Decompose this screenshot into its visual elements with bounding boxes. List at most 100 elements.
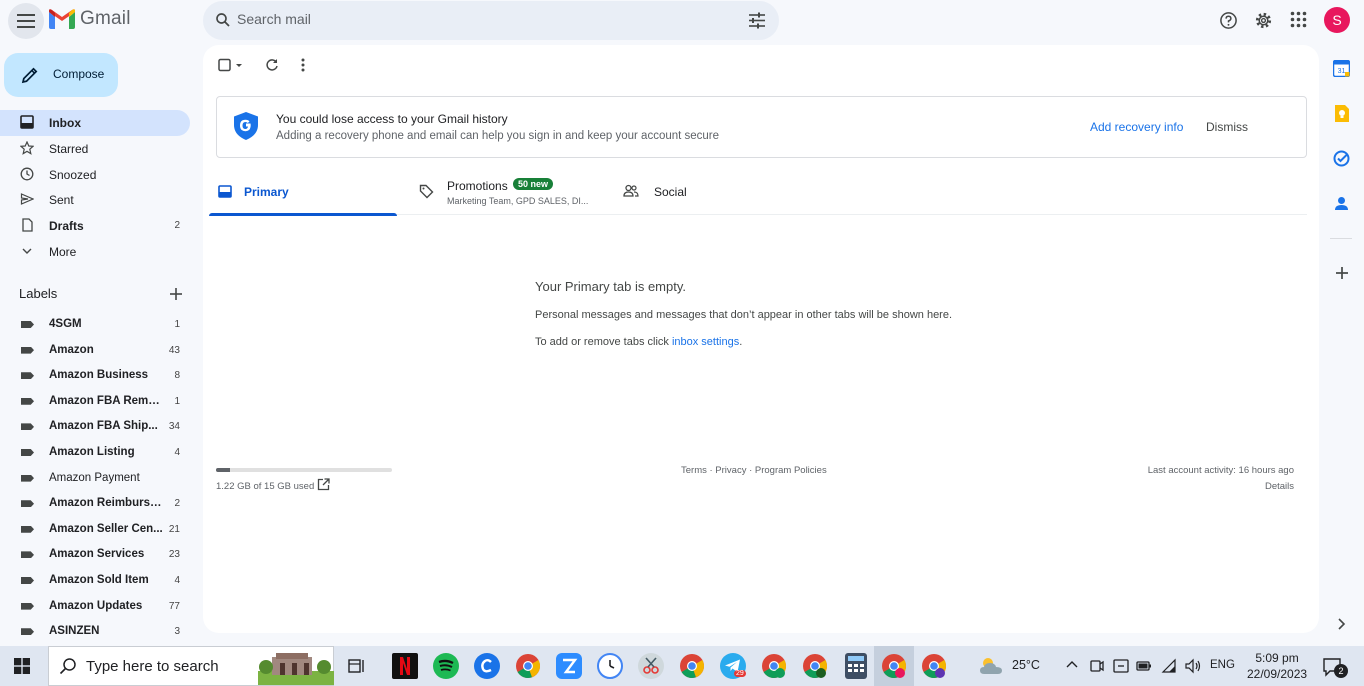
label-name: Amazon Reimburse... <box>49 497 164 510</box>
sidebar-item-more[interactable]: More <box>0 239 190 265</box>
label-item[interactable]: Amazon Listing 4 <box>0 440 190 465</box>
google-apps-icon[interactable] <box>1290 11 1307 28</box>
label-name: Amazon Sold Item <box>49 574 149 586</box>
clock-time: 5:09 pm <box>1255 651 1299 665</box>
taskbar-clock[interactable]: 5:09 pm 22/09/2023 <box>1247 650 1307 682</box>
sidebar-item-drafts[interactable]: Drafts 2 <box>0 213 190 239</box>
taskbar-search-placeholder: Type here to search <box>86 658 219 675</box>
label-tag-icon <box>21 321 34 328</box>
activity-details-link[interactable]: Details <box>1265 481 1294 492</box>
account-avatar[interactable]: S <box>1324 7 1350 33</box>
volume-icon[interactable] <box>1184 658 1202 674</box>
label-name: Amazon Business <box>49 369 149 382</box>
star-icon <box>19 140 36 157</box>
label-item[interactable]: Amazon FBA Remo... 1 <box>0 389 190 414</box>
label-item[interactable]: Amazon Updates 77 <box>0 594 190 619</box>
input-language[interactable]: ENG <box>1210 659 1235 671</box>
banner-subtitle: Adding a recovery phone and email can he… <box>276 130 720 142</box>
label-count: 2 <box>174 498 180 510</box>
refresh-icon[interactable] <box>265 58 279 72</box>
calendar-icon[interactable]: 31 <box>1333 60 1350 77</box>
draft-icon <box>20 218 36 234</box>
search-bar[interactable] <box>203 1 779 40</box>
inbox-icon <box>218 185 232 198</box>
create-label-icon[interactable] <box>169 287 183 301</box>
chevron-down-icon <box>20 244 36 260</box>
compose-button[interactable]: Compose <box>4 53 118 97</box>
meet-now-icon[interactable] <box>1090 658 1104 674</box>
label-item[interactable]: ASINZEN 3 <box>0 619 190 644</box>
tablet-mode-icon[interactable] <box>1113 658 1129 674</box>
main-menu-button[interactable] <box>8 3 44 39</box>
canva-app-icon[interactable] <box>474 653 500 679</box>
search-input[interactable] <box>237 11 717 27</box>
label-count: 4 <box>174 447 180 458</box>
notification-count: 2 <box>1334 664 1348 678</box>
more-vert-icon[interactable] <box>301 58 305 72</box>
chrome-l-app-icon[interactable] <box>802 653 828 679</box>
chrome-m-app-icon[interactable] <box>761 653 787 679</box>
windows-start-icon[interactable] <box>14 658 30 674</box>
battery-icon[interactable] <box>1136 658 1152 674</box>
footer-links[interactable]: Terms · Privacy · Program Policies <box>681 465 827 476</box>
help-icon[interactable] <box>1219 11 1238 30</box>
open-in-new-icon[interactable] <box>317 478 330 491</box>
tab-promotions[interactable]: Promotions 50 new Marketing Team, GPD SA… <box>410 170 610 215</box>
chrome-r-app-icon[interactable] <box>921 653 947 679</box>
google-shield-icon <box>234 112 258 140</box>
chevron-right-icon[interactable] <box>1337 618 1346 630</box>
clock-app-icon[interactable] <box>597 653 623 679</box>
category-tabs: Primary Promotions 50 new Marketing Team… <box>209 170 1307 216</box>
calculator-app-icon[interactable] <box>845 653 867 679</box>
search-icon[interactable] <box>214 11 232 29</box>
chevron-up-icon[interactable] <box>1066 660 1078 668</box>
sidebar-item-starred[interactable]: Starred <box>0 136 190 162</box>
snipping-tool-app-icon[interactable] <box>638 653 664 679</box>
sidebar-item-sent[interactable]: Sent <box>0 187 190 213</box>
netflix-app-icon[interactable] <box>392 653 418 679</box>
storage-bar <box>216 468 392 472</box>
weather-temperature[interactable]: 25°C <box>1012 658 1040 672</box>
settings-gear-icon[interactable] <box>1254 11 1273 30</box>
contacts-icon[interactable] <box>1333 195 1350 212</box>
label-name: Amazon Updates <box>49 599 143 612</box>
sidebar-item-snoozed[interactable]: Snoozed <box>0 162 190 188</box>
dismiss-button[interactable]: Dismiss <box>1206 120 1248 134</box>
chrome-s-app-icon[interactable] <box>881 653 907 679</box>
chrome-profile-app-icon[interactable] <box>679 653 705 679</box>
add-addon-icon[interactable] <box>1335 266 1349 280</box>
label-tag-icon <box>21 423 34 431</box>
empty-tab-description: Personal messages and messages that don’… <box>535 309 953 321</box>
label-item[interactable]: Amazon Reimburse... 2 <box>0 491 190 516</box>
sidebar-item-inbox[interactable]: Inbox <box>0 110 190 136</box>
tab-social[interactable]: Social <box>619 170 809 215</box>
taskbar-search-icon <box>59 658 76 675</box>
chrome-app-icon[interactable] <box>515 653 541 679</box>
search-options-icon[interactable] <box>748 12 766 29</box>
label-item[interactable]: Amazon Payment <box>0 466 190 491</box>
wifi-icon[interactable] <box>1161 658 1177 674</box>
taskbar-search[interactable]: Type here to search <box>48 646 334 686</box>
gmail-logo[interactable]: Gmail <box>49 8 131 30</box>
label-item[interactable]: Amazon Services 23 <box>0 542 190 567</box>
keep-icon[interactable] <box>1333 105 1350 122</box>
label-item[interactable]: Amazon FBA Ship... 34 <box>0 414 190 439</box>
label-count: 4 <box>174 575 180 586</box>
label-item[interactable]: Amazon 43 <box>0 338 190 363</box>
label-item[interactable]: Amazon Business 8 <box>0 363 190 388</box>
select-checkbox[interactable] <box>218 58 244 72</box>
weather-cloud-icon[interactable] <box>978 654 1006 678</box>
spotify-app-icon[interactable] <box>433 653 459 679</box>
label-count: 34 <box>168 421 180 433</box>
add-recovery-info-button[interactable]: Add recovery info <box>1090 120 1183 134</box>
label-count: 3 <box>174 626 180 638</box>
label-item[interactable]: Amazon Sold Item 4 <box>0 568 190 593</box>
zoom-app-icon[interactable] <box>556 653 582 679</box>
task-view-icon[interactable] <box>348 658 366 674</box>
tab-primary[interactable]: Primary <box>209 170 397 216</box>
inbox-settings-link[interactable]: inbox settings <box>672 336 739 348</box>
label-item[interactable]: Amazon Seller Cen... 21 <box>0 517 190 542</box>
telegram-app-icon[interactable]: 29 <box>720 653 746 679</box>
tasks-icon[interactable] <box>1333 150 1350 167</box>
label-item[interactable]: 4SGM 1 <box>0 312 190 337</box>
